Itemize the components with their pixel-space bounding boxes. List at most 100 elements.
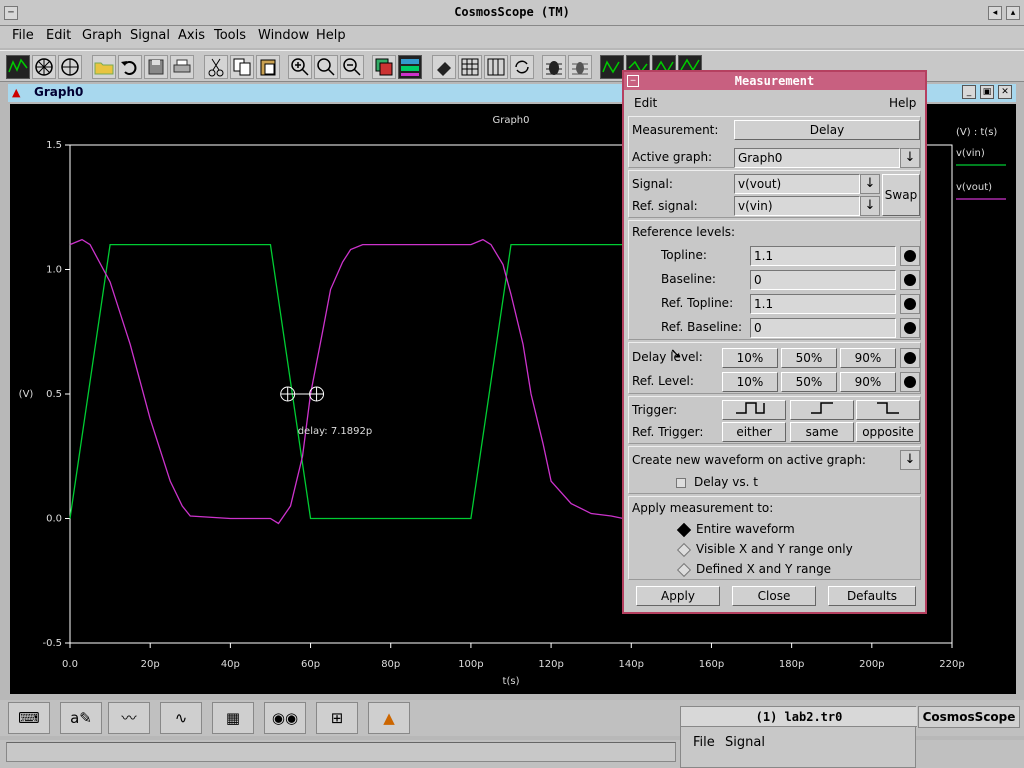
delay-level-90-button[interactable]: 90% bbox=[840, 348, 896, 368]
menu-signal[interactable]: Signal bbox=[130, 28, 170, 43]
wheel-icon[interactable] bbox=[32, 55, 56, 79]
ref-baseline-field[interactable]: 0 bbox=[750, 318, 896, 338]
legend-header: (V) : t(s) bbox=[956, 127, 997, 138]
calculator-icon[interactable]: ▦ bbox=[212, 702, 254, 734]
ref-level-10-button[interactable]: 10% bbox=[722, 372, 778, 392]
both-edges-icon bbox=[736, 402, 765, 414]
grid-icon[interactable] bbox=[458, 55, 482, 79]
dialog-menu-help[interactable]: Help bbox=[889, 96, 916, 110]
dialog-menu-button[interactable]: ─ bbox=[627, 75, 639, 87]
menu-graph[interactable]: Graph bbox=[82, 28, 122, 43]
active-graph-dropdown-icon[interactable]: ↓ bbox=[900, 148, 920, 168]
zoom-fit-icon[interactable] bbox=[314, 55, 338, 79]
zoom-in-icon[interactable] bbox=[288, 55, 312, 79]
bug-icon[interactable] bbox=[542, 55, 566, 79]
zoom-out-icon[interactable] bbox=[340, 55, 364, 79]
delay-vs-t-checkbox[interactable] bbox=[676, 478, 686, 488]
close-button[interactable]: Close bbox=[732, 586, 816, 606]
delay-level-50-button[interactable]: 50% bbox=[781, 348, 837, 368]
signal-field[interactable]: v(vout) bbox=[734, 174, 860, 194]
ref-topline-field[interactable]: 1.1 bbox=[750, 294, 896, 314]
tape-icon[interactable]: ◉◉ bbox=[264, 702, 306, 734]
x-tick-label: 40p bbox=[221, 659, 240, 670]
new-graph-icon[interactable] bbox=[6, 55, 30, 79]
ref-level-label: Ref. Level: bbox=[632, 374, 694, 388]
reference-levels-label: Reference levels: bbox=[632, 225, 736, 239]
menu-axis[interactable]: Axis bbox=[178, 28, 205, 43]
apply-button[interactable]: Apply bbox=[636, 586, 720, 606]
cosmosscope-taskbar-button[interactable]: CosmosScope bbox=[918, 706, 1020, 728]
waveform-viewer-icon[interactable]: 〰 bbox=[108, 702, 150, 734]
graph-close-button[interactable]: ✕ bbox=[998, 85, 1012, 99]
menu-help[interactable]: Help bbox=[316, 28, 346, 43]
signal-manager-menu-signal[interactable]: Signal bbox=[725, 735, 765, 750]
keyboard-icon[interactable]: ⌨ bbox=[8, 702, 50, 734]
stack-icon[interactable] bbox=[372, 55, 396, 79]
measurement-title: Measurement bbox=[734, 74, 815, 88]
trigger-both-edges-button[interactable] bbox=[722, 400, 786, 420]
baseline-field[interactable]: 0 bbox=[750, 270, 896, 290]
cut-icon[interactable] bbox=[204, 55, 228, 79]
wave-icon[interactable] bbox=[600, 55, 624, 79]
paste-icon[interactable] bbox=[256, 55, 280, 79]
text-edit-icon[interactable]: a✎ bbox=[60, 702, 102, 734]
baseline-cursor-icon[interactable] bbox=[900, 270, 920, 290]
save-icon[interactable] bbox=[144, 55, 168, 79]
menu-tools[interactable]: Tools bbox=[214, 28, 246, 43]
create-waveform-dropdown-icon[interactable]: ↓ bbox=[900, 450, 920, 470]
ref-topline-cursor-icon[interactable] bbox=[900, 294, 920, 314]
trigger-falling-button[interactable] bbox=[856, 400, 920, 420]
eraser-icon[interactable] bbox=[432, 55, 456, 79]
topline-label: Topline: bbox=[661, 248, 707, 262]
measurement-type-button[interactable]: Delay bbox=[734, 120, 920, 140]
graph-minimize-button[interactable]: _ bbox=[962, 85, 976, 99]
ref-baseline-cursor-icon[interactable] bbox=[900, 318, 920, 338]
vertical-grid-icon[interactable] bbox=[484, 55, 508, 79]
ref-trigger-either-button[interactable]: either bbox=[722, 422, 786, 442]
open-folder-icon[interactable] bbox=[92, 55, 116, 79]
x-tick-label: 140p bbox=[619, 659, 644, 670]
undo-icon[interactable] bbox=[118, 55, 142, 79]
x-tick-label: 100p bbox=[458, 659, 483, 670]
graph-window-icon: ▲ bbox=[12, 86, 21, 99]
wheel-alt-icon[interactable] bbox=[58, 55, 82, 79]
signal-manager-title: (1) lab2.tr0 bbox=[681, 707, 917, 727]
create-waveform-label: Create new waveform on active graph: bbox=[632, 453, 866, 467]
ref-trigger-opposite-button[interactable]: opposite bbox=[856, 422, 920, 442]
ref-level-50-button[interactable]: 50% bbox=[781, 372, 837, 392]
print-icon[interactable] bbox=[170, 55, 194, 79]
topline-cursor-icon[interactable] bbox=[900, 246, 920, 266]
ref-signal-field[interactable]: v(vin) bbox=[734, 196, 860, 216]
graph-restore-button[interactable]: ▣ bbox=[980, 85, 994, 99]
menu-file[interactable]: File bbox=[12, 28, 34, 43]
maximize-button[interactable]: ▴ bbox=[1006, 6, 1020, 20]
swap-button[interactable]: Swap bbox=[882, 174, 920, 216]
dialog-menu-edit[interactable]: Edit bbox=[634, 96, 657, 110]
delay-level-10-button[interactable]: 10% bbox=[722, 348, 778, 368]
baseline-label: Baseline: bbox=[661, 272, 716, 286]
defaults-button[interactable]: Defaults bbox=[828, 586, 916, 606]
series-line-vvout bbox=[69, 238, 632, 525]
menu-window[interactable]: Window bbox=[258, 28, 309, 43]
refresh-icon[interactable] bbox=[510, 55, 534, 79]
copy-icon[interactable] bbox=[230, 55, 254, 79]
wave-tool-icon[interactable]: ∿ bbox=[160, 702, 202, 734]
bug-alt-icon[interactable] bbox=[568, 55, 592, 79]
matlab-icon[interactable]: ▲ bbox=[368, 702, 410, 734]
topline-field[interactable]: 1.1 bbox=[750, 246, 896, 266]
panels-icon[interactable] bbox=[398, 55, 422, 79]
menu-edit[interactable]: Edit bbox=[46, 28, 71, 43]
minimize-button[interactable]: ◂ bbox=[988, 6, 1002, 20]
active-graph-field[interactable]: Graph0 bbox=[734, 148, 900, 168]
ref-level-cursor-icon[interactable] bbox=[900, 372, 920, 392]
signal-manager-menu-file[interactable]: File bbox=[693, 735, 715, 750]
delay-level-cursor-icon[interactable] bbox=[900, 348, 920, 368]
mouse-pointer-icon: ➘ bbox=[670, 346, 682, 362]
signal-dropdown-icon[interactable]: ↓ bbox=[860, 174, 880, 194]
ref-signal-dropdown-icon[interactable]: ↓ bbox=[860, 196, 880, 216]
ref-trigger-same-button[interactable]: same bbox=[790, 422, 854, 442]
block-diagram-icon[interactable]: ⊞ bbox=[316, 702, 358, 734]
ref-topline-label: Ref. Topline: bbox=[661, 296, 734, 310]
ref-level-90-button[interactable]: 90% bbox=[840, 372, 896, 392]
trigger-rising-button[interactable] bbox=[790, 400, 854, 420]
